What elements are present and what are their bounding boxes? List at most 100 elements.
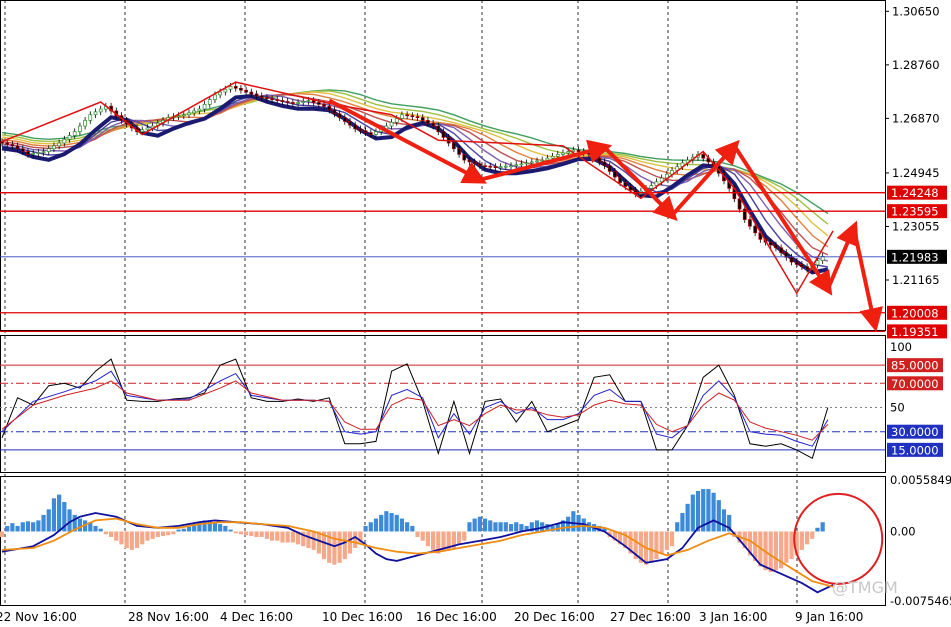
candle-body [62, 138, 67, 144]
macd-histogram-bar [77, 518, 83, 532]
candle-body [265, 97, 269, 100]
candle-body [10, 144, 15, 147]
price-tick-label: 1.23055 [892, 219, 940, 233]
candle-body [207, 99, 212, 105]
macd-histogram-bar [571, 511, 576, 532]
candle-body [789, 256, 794, 263]
macd-histogram-bar [477, 516, 482, 532]
macd-histogram-bar [269, 531, 275, 541]
trend-arrow [479, 139, 613, 182]
macd-histogram-bar [493, 522, 498, 532]
macd-histogram-bar [31, 522, 36, 532]
candle-body [285, 101, 290, 103]
candle-body [441, 131, 446, 138]
macd-histogram-bar [223, 525, 228, 532]
price-panel [0, 81, 885, 333]
candle-body [93, 111, 98, 116]
macd-histogram-bar [57, 494, 62, 532]
macd-axis-label: 0.0055849 [890, 473, 951, 487]
macd-histogram-bar [259, 531, 264, 537]
candle-body [535, 160, 539, 163]
x-axis-label: 22 Nov 16:00 [0, 610, 77, 624]
macd-histogram-bar [363, 525, 368, 532]
candle-body [363, 130, 368, 134]
price-tick-label: 1.30650 [892, 4, 940, 18]
candle-body [213, 94, 217, 100]
candle-body [342, 117, 347, 122]
macd-histogram-bar [503, 522, 508, 532]
candle-body [140, 129, 145, 133]
candle-body [88, 114, 93, 121]
macd-histogram-bar [181, 528, 186, 532]
x-axis-label: 27 Dec 16:00 [610, 610, 691, 624]
macd-histogram-bar [25, 521, 31, 532]
candle-body [254, 93, 259, 97]
candle-body [566, 151, 571, 154]
panel-frame [0, 0, 886, 331]
candle-body [353, 124, 358, 130]
macd-histogram-bar [150, 531, 155, 539]
candle-body [410, 115, 415, 118]
macd-histogram-bar [98, 528, 103, 532]
macd-histogram-bar [103, 531, 108, 535]
candle-body [800, 264, 804, 268]
candle-body [597, 157, 602, 163]
candle-body [514, 164, 519, 167]
candle-body [41, 151, 46, 153]
candle-body [488, 165, 493, 168]
macd-histogram-bar [410, 525, 415, 532]
candle-body [436, 125, 441, 133]
candle-body [374, 131, 378, 135]
macd-histogram-bar [249, 531, 254, 537]
candle-body [176, 115, 181, 118]
candle-body [592, 154, 596, 159]
macd-histogram-bar [306, 531, 311, 549]
macd-histogram-bar [51, 498, 57, 532]
candle-body [602, 161, 607, 167]
price-level-label: 1.24248 [891, 186, 939, 200]
macd-histogram-bar [5, 525, 10, 532]
macd-histogram-bar [244, 531, 249, 536]
macd-histogram-bar [186, 526, 192, 532]
candle-body [555, 154, 560, 157]
x-axis-label: 4 Dec 16:00 [220, 610, 293, 624]
candle-body [462, 154, 467, 161]
macd-histogram-bar [431, 531, 436, 550]
chart-canvas[interactable]: 22 Nov 16:00 28 Nov 16:00 4 Dec 16:00 10 De… [0, 0, 951, 627]
candle-body [561, 152, 565, 155]
macd-histogram-bar [238, 531, 244, 535]
candle-body [78, 125, 82, 133]
candle-body [316, 102, 321, 105]
candle-body [223, 88, 228, 93]
macd-histogram-bar [685, 503, 690, 532]
price-level-label: 1.21983 [891, 250, 939, 264]
candle-body [192, 110, 197, 114]
candle-body [218, 91, 223, 96]
macd-histogram-bar [467, 522, 472, 532]
macd-histogram-bar [768, 531, 773, 573]
macd-histogram-bar [695, 490, 701, 532]
candle-body [618, 176, 622, 184]
candle-body [228, 86, 233, 90]
macd-histogram-bar [275, 531, 280, 541]
macd-histogram-bar [140, 531, 145, 545]
price-tick-label: 1.21165 [892, 273, 940, 287]
candle-body [774, 244, 778, 249]
macd-histogram-bar [155, 531, 160, 537]
macd-histogram-bar [799, 531, 804, 550]
candle-body [57, 142, 61, 147]
macd-histogram-bar [514, 522, 519, 532]
macd-histogram-bar [462, 531, 467, 541]
candle-body [389, 121, 394, 127]
candle-body [36, 152, 41, 154]
stochastic-line [1, 358, 829, 460]
candle-body [483, 165, 487, 168]
candle-body [296, 102, 300, 104]
macd-histogram-bar [384, 511, 389, 532]
candle-body [415, 116, 420, 118]
candle-body [145, 127, 150, 131]
candle-body [519, 163, 524, 166]
macd-histogram-bar [472, 518, 477, 532]
candle-body [98, 108, 103, 113]
x-axis-label: 20 Dec 16:00 [514, 610, 595, 624]
